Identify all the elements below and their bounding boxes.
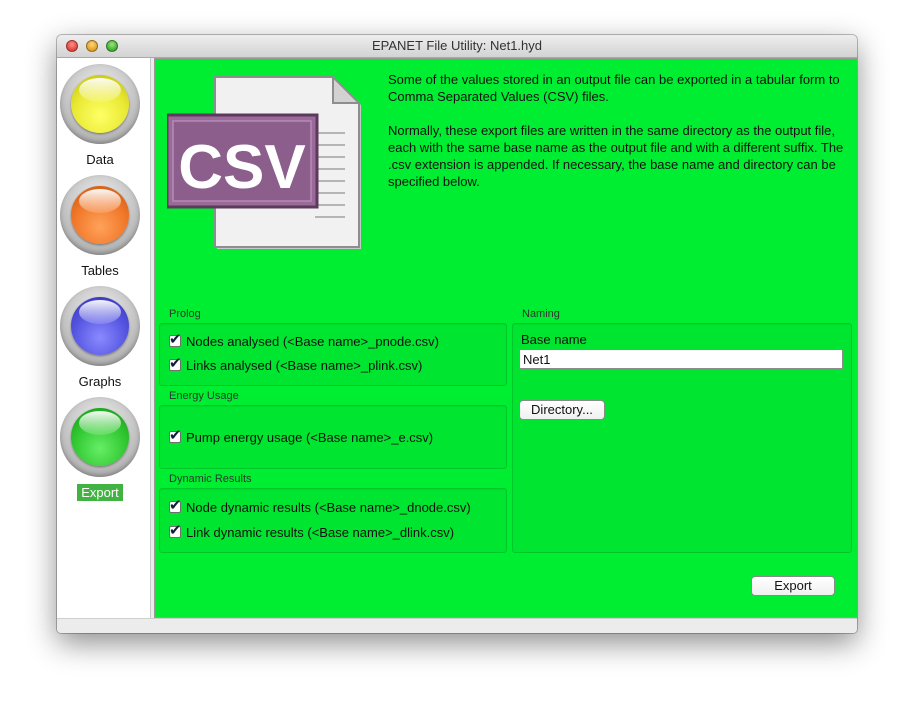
- sidebar-item-label: Data: [86, 152, 114, 167]
- intro-text: Some of the values stored in an output f…: [388, 71, 848, 207]
- prolog-title: Prolog: [169, 308, 201, 320]
- dynamic-group: Node dynamic results (<Base name>_dnode.…: [159, 488, 507, 553]
- intro-paragraph-1: Some of the values stored in an output f…: [388, 72, 840, 104]
- checkmark-icon: [169, 426, 182, 444]
- sidebar: Data Tables Graphs Export: [57, 58, 151, 618]
- sidebar-item-graphs[interactable]: Graphs: [57, 282, 150, 393]
- sidebar-item-export[interactable]: Export: [57, 393, 150, 504]
- base-name-label: Base name: [521, 332, 587, 347]
- checkmark-icon: [169, 496, 182, 514]
- title-bar[interactable]: EPANET File Utility: Net1.hyd: [57, 35, 857, 58]
- base-name-input[interactable]: [519, 349, 843, 369]
- green-orb-icon: [60, 397, 140, 477]
- sidebar-item-label-active: Export: [57, 484, 143, 501]
- export-panel: CSV Some of the values stored in an outp…: [154, 58, 857, 618]
- intro-paragraph-2: Normally, these export files are written…: [388, 123, 844, 189]
- checkmark-icon: [169, 354, 182, 372]
- csv-file-icon: CSV: [167, 74, 362, 249]
- csv-label: CSV: [178, 133, 305, 202]
- naming-title: Naming: [522, 308, 560, 320]
- orange-orb-icon: [60, 175, 140, 255]
- dynamic-title: Dynamic Results: [169, 473, 252, 485]
- sidebar-item-data[interactable]: Data: [57, 60, 150, 171]
- yellow-orb-icon: [60, 64, 140, 144]
- checkmark-icon: [169, 521, 182, 539]
- window-title: EPANET File Utility: Net1.hyd: [371, 38, 542, 53]
- app-window: EPANET File Utility: Net1.hyd Data Table…: [57, 35, 857, 633]
- directory-button[interactable]: Directory...: [519, 400, 605, 420]
- sidebar-item-label: Graphs: [78, 374, 122, 389]
- sidebar-item-label: Tables: [81, 263, 119, 278]
- energy-title: Energy Usage: [169, 390, 239, 402]
- export-button[interactable]: Export: [751, 576, 835, 596]
- energy-group: Pump energy usage (<Base name>_e.csv): [159, 405, 507, 469]
- status-bar: [57, 618, 857, 633]
- checkmark-icon: [169, 330, 182, 348]
- prolog-group: Nodes analysed (<Base name>_pnode.csv) L…: [159, 323, 507, 386]
- blue-orb-icon: [60, 286, 140, 366]
- naming-group: Base name Directory...: [512, 323, 852, 553]
- sidebar-item-tables[interactable]: Tables: [57, 171, 150, 282]
